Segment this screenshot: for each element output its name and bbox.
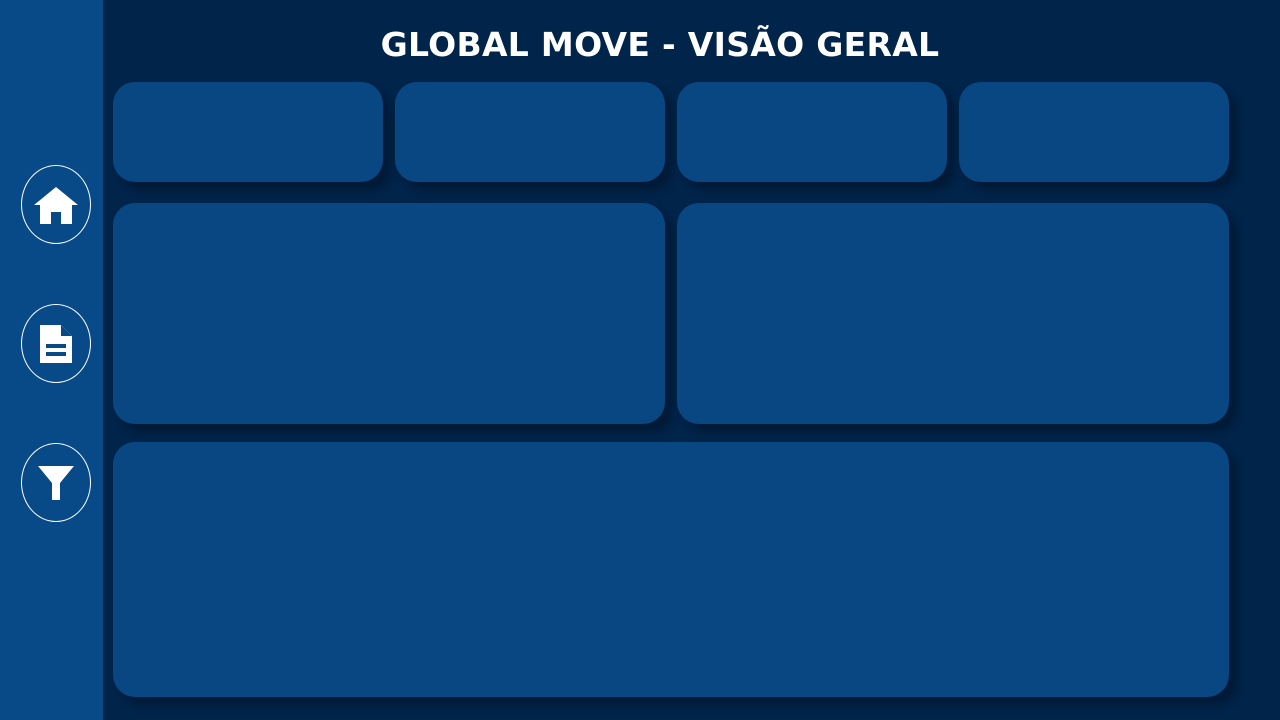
dashboard: GLOBAL MOVE - VISÃO GERAL bbox=[0, 0, 1280, 720]
sidebar bbox=[0, 0, 103, 720]
kpi-card-2 bbox=[395, 82, 665, 182]
kpi-card-1 bbox=[113, 82, 383, 182]
document-icon bbox=[40, 324, 72, 363]
report-button[interactable] bbox=[21, 304, 91, 383]
home-icon bbox=[34, 186, 78, 224]
page-title: GLOBAL MOVE - VISÃO GERAL bbox=[380, 25, 940, 64]
kpi-card-4 bbox=[959, 82, 1229, 182]
chart-panel-right bbox=[677, 203, 1229, 424]
home-button[interactable] bbox=[21, 165, 91, 244]
filter-icon bbox=[38, 465, 74, 500]
chart-panel-left bbox=[113, 203, 665, 424]
filter-button[interactable] bbox=[21, 443, 91, 522]
kpi-card-3 bbox=[677, 82, 947, 182]
table-panel bbox=[113, 442, 1229, 697]
